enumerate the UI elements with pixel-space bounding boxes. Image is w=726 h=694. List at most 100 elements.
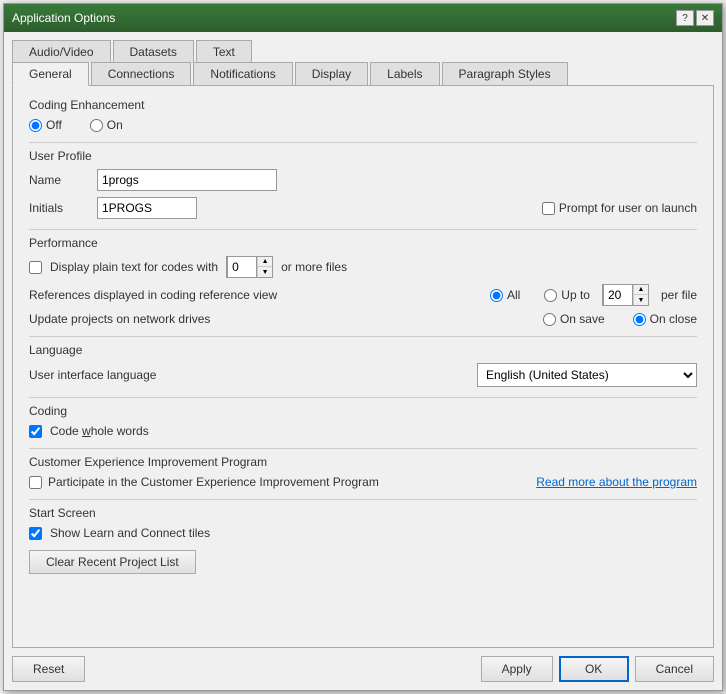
- code-whole-words-checkbox[interactable]: [29, 425, 42, 438]
- clear-recent-button[interactable]: Clear Recent Project List: [29, 550, 196, 574]
- clear-recent-container: Clear Recent Project List: [29, 550, 697, 574]
- display-plain-label: Display plain text for codes with: [50, 260, 218, 274]
- dialog-content: Audio/Video Datasets Text General Connec…: [4, 32, 722, 648]
- on-save-label: On save: [560, 312, 605, 326]
- on-close-label: On close: [650, 312, 697, 326]
- divider-4: [29, 397, 697, 398]
- radio-on-group: On: [90, 118, 123, 132]
- dialog-title: Application Options: [12, 11, 115, 25]
- prompt-checkbox-group: Prompt for user on launch: [542, 201, 697, 215]
- files-spinner-input[interactable]: [227, 256, 257, 278]
- radio-off-group: Off: [29, 118, 62, 132]
- on-close-group: On close: [633, 312, 697, 326]
- start-screen-row: Show Learn and Connect tiles: [29, 526, 697, 540]
- customer-experience-title: Customer Experience Improvement Program: [29, 455, 697, 469]
- coding-enhancement-title: Coding Enhancement: [29, 98, 697, 112]
- coding-section: Coding Code whole words: [29, 404, 697, 438]
- language-select[interactable]: English (United States) German French Sp…: [477, 363, 697, 387]
- tab-text[interactable]: Text: [196, 40, 252, 63]
- tab-audiovideo[interactable]: Audio/Video: [12, 40, 111, 63]
- divider-3: [29, 336, 697, 337]
- performance-section: Performance Display plain text for codes…: [29, 236, 697, 326]
- refs-all-label: All: [507, 288, 520, 302]
- per-file-label: per file: [661, 288, 697, 302]
- refs-upto-radio[interactable]: [544, 289, 557, 302]
- display-plain-row: Display plain text for codes with ▲ ▼ or…: [29, 256, 697, 278]
- title-bar-buttons: ? ✕: [676, 10, 714, 26]
- upto-spinner-arrows: ▲ ▼: [633, 285, 648, 305]
- reset-button[interactable]: Reset: [12, 656, 85, 682]
- prompt-user-label: Prompt for user on launch: [559, 201, 697, 215]
- initials-row: Initials Prompt for user on launch: [29, 197, 697, 219]
- upto-spinner-down[interactable]: ▼: [634, 295, 648, 305]
- code-whole-words-label: Code whole words: [50, 424, 149, 438]
- tab-connections[interactable]: Connections: [91, 62, 192, 86]
- coding-enhancement-row: Off On: [29, 118, 697, 132]
- tab-labels[interactable]: Labels: [370, 62, 439, 86]
- divider-5: [29, 448, 697, 449]
- language-section: Language User interface language English…: [29, 343, 697, 387]
- upto-spinner-up[interactable]: ▲: [634, 285, 648, 295]
- show-learn-label: Show Learn and Connect tiles: [50, 526, 210, 540]
- coding-enhancement-section: Coding Enhancement Off On: [29, 98, 697, 132]
- update-projects-label: Update projects on network drives: [29, 312, 210, 326]
- refs-row: References displayed in coding reference…: [29, 284, 697, 306]
- or-more-files-label: or more files: [281, 260, 347, 274]
- initials-input[interactable]: [97, 197, 197, 219]
- tab-content: Coding Enhancement Off On User Profile: [12, 85, 714, 648]
- show-learn-checkbox[interactable]: [29, 527, 42, 540]
- tab-paragraph-styles[interactable]: Paragraph Styles: [442, 62, 568, 86]
- tab-display[interactable]: Display: [295, 62, 368, 86]
- customer-experience-section: Customer Experience Improvement Program …: [29, 455, 697, 489]
- tab-datasets[interactable]: Datasets: [113, 40, 194, 63]
- coding-title: Coding: [29, 404, 697, 418]
- ui-language-label: User interface language: [29, 368, 156, 382]
- customer-experience-label: Participate in the Customer Experience I…: [48, 475, 379, 489]
- on-save-group: On save: [543, 312, 605, 326]
- upto-spinner: ▲ ▼: [602, 284, 649, 306]
- tabs-upper: Audio/Video Datasets Text: [12, 40, 714, 63]
- tab-general[interactable]: General: [12, 62, 89, 86]
- title-bar: Application Options ? ✕: [4, 4, 722, 32]
- initials-label: Initials: [29, 201, 89, 215]
- prompt-user-checkbox[interactable]: [542, 202, 555, 215]
- spinner-up[interactable]: ▲: [258, 257, 272, 267]
- name-input[interactable]: [97, 169, 277, 191]
- upto-spinner-input[interactable]: [603, 284, 633, 306]
- user-profile-title: User Profile: [29, 149, 697, 163]
- performance-title: Performance: [29, 236, 697, 250]
- read-more-link[interactable]: Read more about the program: [536, 475, 697, 489]
- language-row: User interface language English (United …: [29, 363, 697, 387]
- on-close-radio[interactable]: [633, 313, 646, 326]
- customer-experience-row: Participate in the Customer Experience I…: [29, 475, 697, 489]
- close-button[interactable]: ✕: [696, 10, 714, 26]
- name-label: Name: [29, 173, 89, 187]
- refs-all-radio[interactable]: [490, 289, 503, 302]
- refs-all-group: All: [490, 288, 520, 302]
- name-row: Name: [29, 169, 697, 191]
- refs-label: References displayed in coding reference…: [29, 288, 277, 302]
- refs-upto-label: Up to: [561, 288, 590, 302]
- divider-2: [29, 229, 697, 230]
- help-button[interactable]: ?: [676, 10, 694, 26]
- update-projects-row: Update projects on network drives On sav…: [29, 312, 697, 326]
- apply-button[interactable]: Apply: [481, 656, 553, 682]
- spinner-arrows: ▲ ▼: [257, 257, 272, 277]
- divider-6: [29, 499, 697, 500]
- coding-enhancement-off-radio[interactable]: [29, 119, 42, 132]
- ok-button[interactable]: OK: [559, 656, 629, 682]
- on-save-radio[interactable]: [543, 313, 556, 326]
- coding-enhancement-off-label: Off: [46, 118, 62, 132]
- display-plain-checkbox[interactable]: [29, 261, 42, 274]
- coding-row: Code whole words: [29, 424, 697, 438]
- spinner-down[interactable]: ▼: [258, 267, 272, 277]
- cancel-button[interactable]: Cancel: [635, 656, 714, 682]
- user-profile-section: User Profile Name Initials Prompt for us…: [29, 149, 697, 219]
- coding-enhancement-on-radio[interactable]: [90, 119, 103, 132]
- start-screen-section: Start Screen Show Learn and Connect tile…: [29, 506, 697, 540]
- tab-notifications[interactable]: Notifications: [193, 62, 292, 86]
- divider-1: [29, 142, 697, 143]
- files-spinner: ▲ ▼: [226, 256, 273, 278]
- customer-experience-checkbox[interactable]: [29, 476, 42, 489]
- refs-upto-group: Up to: [544, 288, 590, 302]
